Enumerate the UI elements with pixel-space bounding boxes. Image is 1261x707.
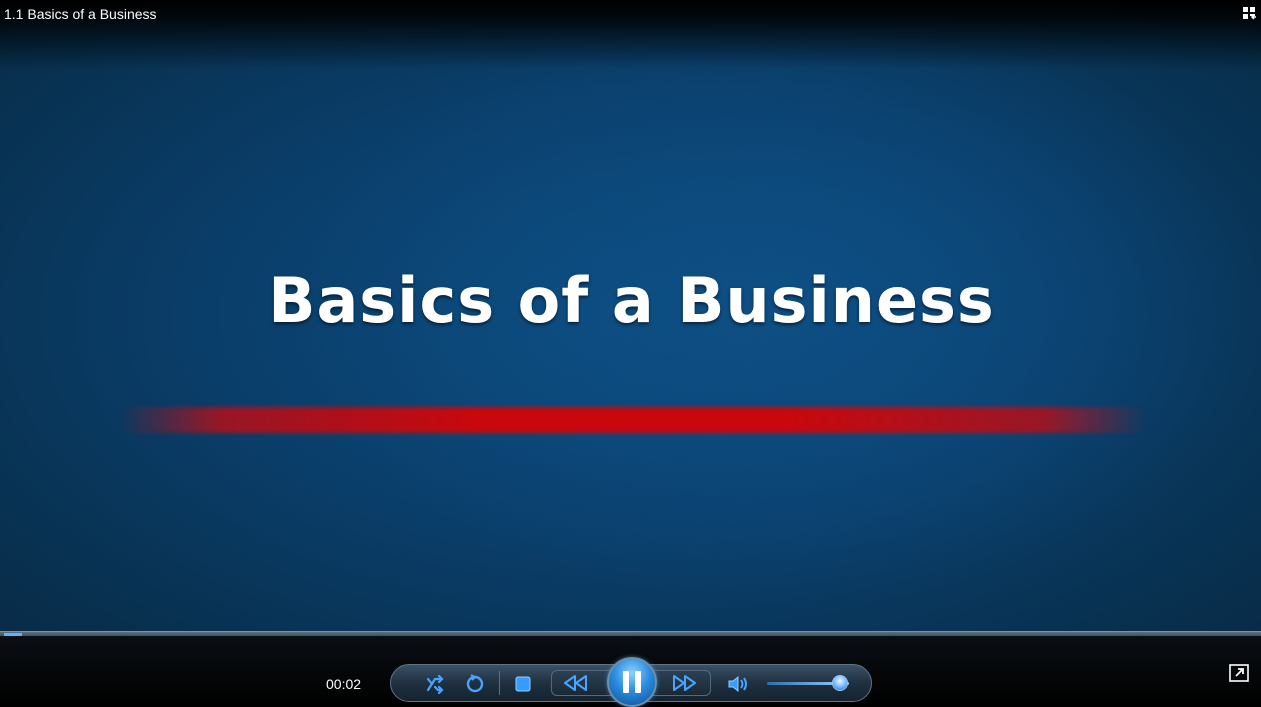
pause-icon-bar — [635, 671, 641, 693]
speaker-icon[interactable] — [725, 671, 751, 697]
pause-icon — [623, 671, 629, 693]
next-icon[interactable] — [672, 671, 698, 697]
shuffle-icon[interactable] — [423, 671, 449, 697]
volume-thumb[interactable] — [832, 675, 848, 691]
fullscreen-icon[interactable] — [1229, 664, 1249, 682]
window-title: 1.1 Basics of a Business — [4, 6, 157, 22]
separator — [499, 671, 500, 695]
accent-line — [118, 407, 1148, 433]
stop-icon[interactable] — [510, 671, 536, 697]
control-bar: 00:02 — [0, 636, 1261, 707]
video-headline: Basics of a Business — [268, 264, 995, 337]
previous-icon[interactable] — [562, 671, 588, 697]
switch-to-library-icon[interactable] — [1243, 6, 1259, 22]
pause-button[interactable] — [607, 657, 657, 707]
playback-controls — [390, 657, 872, 707]
elapsed-time: 00:02 — [326, 676, 362, 692]
video-area[interactable]: Basics of a Business — [0, 0, 1261, 632]
repeat-icon[interactable] — [462, 671, 488, 697]
